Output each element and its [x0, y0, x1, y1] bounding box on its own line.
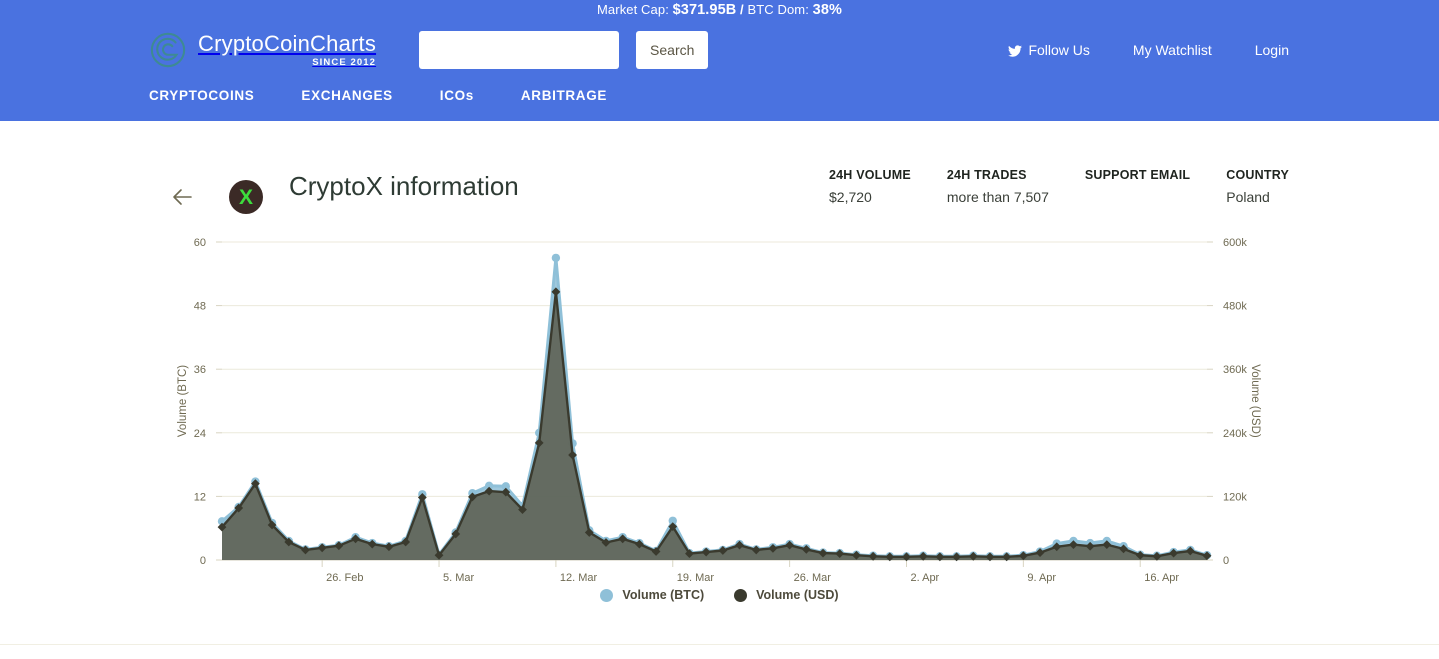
- main-nav: CRYPTOCOINS EXCHANGES ICOs ARBITRAGE: [0, 88, 1439, 103]
- nav-item-arbitrage[interactable]: ARBITRAGE: [521, 88, 607, 103]
- x-axis-tick: 9. Apr: [1027, 572, 1056, 584]
- series-line-usd: [221, 290, 1208, 558]
- stat-24h-trades-value: more than 7,507: [946, 189, 1049, 205]
- search-form: Search: [419, 31, 709, 69]
- legend-item-usd[interactable]: Volume (USD): [734, 588, 839, 602]
- x-axis-tick: 2. Apr: [910, 572, 939, 584]
- y-axis-tick-right: 120k: [1223, 491, 1247, 503]
- follow-us-link[interactable]: Follow Us: [1008, 42, 1090, 58]
- header-main-row: CryptoCoinCharts SINCE 2012 Search Follo…: [0, 21, 1439, 79]
- footer-divider: [0, 644, 1439, 645]
- brand-logo-link[interactable]: CryptoCoinCharts SINCE 2012: [149, 31, 376, 69]
- stat-24h-volume: 24H VOLUME $2,720: [829, 163, 947, 205]
- search-button[interactable]: Search: [636, 31, 709, 69]
- btc-dom-value: 38%: [812, 2, 842, 18]
- y-axis-tick-right: 0: [1223, 555, 1229, 567]
- header-links: Follow Us My Watchlist Login: [1008, 42, 1289, 58]
- page-body: X CryptoX information 24H VOLUME $2,720 …: [0, 121, 1439, 659]
- nav-item-icos[interactable]: ICOs: [440, 88, 474, 103]
- site-header: Market Cap: $371.95B / BTC Dom: 38% Cryp…: [0, 0, 1439, 121]
- x-axis-tick: 16. Apr: [1144, 572, 1179, 584]
- market-cap-value: $371.95B: [672, 2, 737, 18]
- y-axis-title-right: Volume (USD): [1249, 364, 1261, 438]
- legend-item-btc[interactable]: Volume (BTC): [600, 588, 704, 602]
- legend-label-btc: Volume (BTC): [622, 588, 705, 602]
- nav-item-cryptocoins[interactable]: CRYPTOCOINS: [149, 88, 254, 103]
- y-axis-tick-right: 480k: [1223, 301, 1247, 313]
- y-axis-tick-left: 24: [194, 428, 206, 440]
- arrow-left-icon[interactable]: [170, 185, 194, 209]
- coin-stats: 24H VOLUME $2,720 24H TRADES more than 7…: [829, 163, 1289, 205]
- btc-dom-label: BTC Dom:: [747, 2, 809, 17]
- login-link[interactable]: Login: [1255, 42, 1289, 58]
- y-axis-tick-left: 36: [194, 364, 206, 376]
- x-axis-tick: 19. Mar: [677, 572, 715, 584]
- stat-support-email-value: [1085, 189, 1190, 205]
- stat-country-value: Poland: [1226, 189, 1270, 205]
- my-watchlist-link[interactable]: My Watchlist: [1133, 42, 1212, 58]
- series-point-btc: [551, 253, 561, 263]
- y-axis-tick-right: 360k: [1223, 364, 1247, 376]
- x-axis-tick: 26. Feb: [326, 572, 363, 584]
- brand-name: CryptoCoinCharts: [198, 30, 377, 56]
- series-area-btc: [222, 257, 1207, 560]
- twitter-icon: [1008, 44, 1023, 57]
- volume-chart-svg[interactable]: 0 0 12 120k 24 240k 36 360k 48 480k 60 600k Volume (…: [0, 230, 1439, 590]
- series-area-usd: [222, 291, 1207, 560]
- market-cap-label: Market Cap:: [597, 2, 669, 17]
- coin-logo-icon: X: [229, 180, 263, 214]
- nav-item-exchanges[interactable]: EXCHANGES: [301, 88, 392, 103]
- legend-label-usd: Volume (USD): [756, 588, 839, 602]
- stat-24h-volume-value: $2,720: [829, 189, 872, 205]
- my-watchlist-label: My Watchlist: [1132, 42, 1212, 58]
- stat-country-label: COUNTRY: [1226, 168, 1289, 182]
- login-label: Login: [1254, 42, 1289, 58]
- stat-country: COUNTRY Poland: [1226, 163, 1289, 205]
- y-axis-tick-right: 240k: [1223, 428, 1247, 440]
- ticker-separator: /: [740, 2, 744, 17]
- stat-support-email-label: SUPPORT EMAIL: [1084, 168, 1191, 182]
- y-axis-tick-left: 12: [194, 491, 206, 503]
- y-axis-tick-right: 600k: [1223, 237, 1247, 249]
- page-title: CryptoX information: [289, 171, 519, 201]
- follow-us-label: Follow Us: [1028, 42, 1090, 58]
- stat-24h-trades-label: 24H TRADES: [946, 168, 1027, 182]
- market-ticker: Market Cap: $371.95B / BTC Dom: 38%: [0, 0, 1439, 18]
- x-axis-tick: 5. Mar: [443, 572, 475, 584]
- y-axis-title-left: Volume (BTC): [177, 365, 189, 437]
- legend-dot-usd: [734, 588, 748, 602]
- y-axis-tick-left: 0: [200, 555, 206, 567]
- y-axis-tick-left: 60: [194, 237, 206, 249]
- brand-tagline: SINCE 2012: [312, 56, 377, 68]
- chart-legend: Volume (BTC) Volume (USD): [0, 588, 1439, 602]
- legend-dot-btc: [600, 588, 614, 602]
- stat-24h-trades: 24H TRADES more than 7,507: [947, 163, 1085, 205]
- x-axis-tick: 12. Mar: [560, 572, 598, 584]
- page-header-row: X CryptoX information 24H VOLUME $2,720 …: [0, 121, 1439, 214]
- spiral-coin-icon: [149, 31, 187, 69]
- x-axis-tick: 26. Mar: [794, 572, 832, 584]
- coin-symbol: X: [238, 185, 253, 209]
- y-axis-tick-left: 48: [194, 301, 206, 313]
- series-line-btc: [221, 256, 1208, 558]
- search-input[interactable]: [419, 31, 620, 69]
- stat-support-email: SUPPORT EMAIL: [1085, 163, 1226, 205]
- stat-24h-volume-label: 24H VOLUME: [829, 168, 911, 182]
- volume-chart: 0 0 12 120k 24 240k 36 360k 48 480k 60 600k Volume (…: [0, 230, 1439, 630]
